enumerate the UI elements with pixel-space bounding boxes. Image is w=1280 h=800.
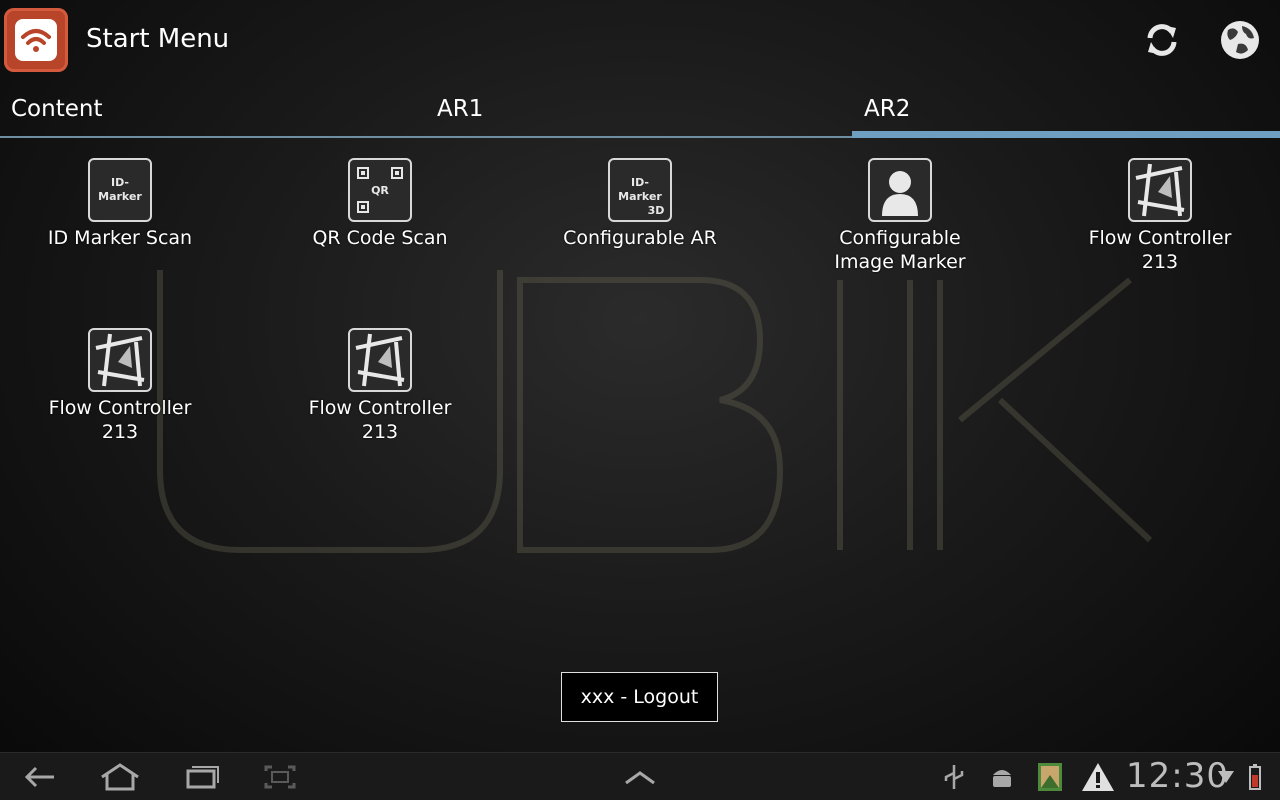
logout-button[interactable]: xxx - Logout <box>561 672 718 722</box>
action-bar: Start Menu <box>0 0 1280 82</box>
tab-ar2[interactable]: AR2 <box>864 82 910 138</box>
flow-controller-icon <box>348 328 412 392</box>
tile-label: Configurable AR <box>563 227 717 249</box>
android-debug-icon <box>982 761 1022 793</box>
tile-flow-controller[interactable]: Flow Controller 213 <box>20 328 220 444</box>
flow-controller-icon <box>1128 158 1192 222</box>
tile-qr-code-scan[interactable]: QR QR Code Scan <box>280 158 480 250</box>
wifi-app-icon[interactable] <box>4 8 68 72</box>
flow-controller-icon <box>88 328 152 392</box>
id-marker-icon: ID- Marker <box>88 158 152 222</box>
tile-flow-controller[interactable]: Flow Controller 213 <box>280 328 480 444</box>
tile-label-line2: Image Marker <box>834 251 966 273</box>
tab-selected-indicator <box>852 131 1280 138</box>
page-title: Start Menu <box>86 24 230 54</box>
recent-apps-icon[interactable] <box>182 761 222 793</box>
tile-label: Configurable <box>839 227 961 249</box>
tile-flow-controller[interactable]: Flow Controller 213 <box>1060 158 1260 274</box>
tab-content[interactable]: Content <box>11 82 102 138</box>
tile-label: Flow Controller <box>48 397 192 419</box>
back-icon[interactable] <box>20 761 60 793</box>
tile-label-line2: 213 <box>361 421 399 443</box>
image-notification-icon <box>1030 761 1070 793</box>
tile-label: QR Code Scan <box>312 227 448 249</box>
tile-configurable-image-marker[interactable]: Configurable Image Marker <box>800 158 1000 274</box>
tile-configurable-ar[interactable]: ID- Marker 3D Configurable AR <box>540 158 740 250</box>
warning-icon <box>1078 761 1118 793</box>
refresh-icon[interactable] <box>1140 18 1184 62</box>
tab-bar: Content AR1 AR2 <box>0 82 1280 138</box>
chevron-up-icon[interactable] <box>620 761 660 793</box>
usb-icon <box>934 761 974 793</box>
tile-label-line2: 213 <box>101 421 139 443</box>
tile-id-marker-scan[interactable]: ID- Marker ID Marker Scan <box>20 158 220 250</box>
tile-label: ID Marker Scan <box>47 227 193 249</box>
globe-icon[interactable] <box>1218 18 1262 62</box>
tab-ar1[interactable]: AR1 <box>437 82 483 138</box>
clock: 12:30 <box>1126 756 1229 796</box>
tile-label: Flow Controller <box>1088 227 1232 249</box>
person-icon <box>868 158 932 222</box>
battery-icon <box>1240 761 1270 793</box>
tile-label: Flow Controller <box>308 397 452 419</box>
id-marker-3d-icon: ID- Marker 3D <box>608 158 672 222</box>
home-icon[interactable] <box>98 761 139 793</box>
screenshot-icon[interactable] <box>260 761 300 793</box>
tile-label-line2: 213 <box>1141 251 1179 273</box>
system-bar <box>0 752 1280 800</box>
qr-code-icon: QR <box>348 158 412 222</box>
